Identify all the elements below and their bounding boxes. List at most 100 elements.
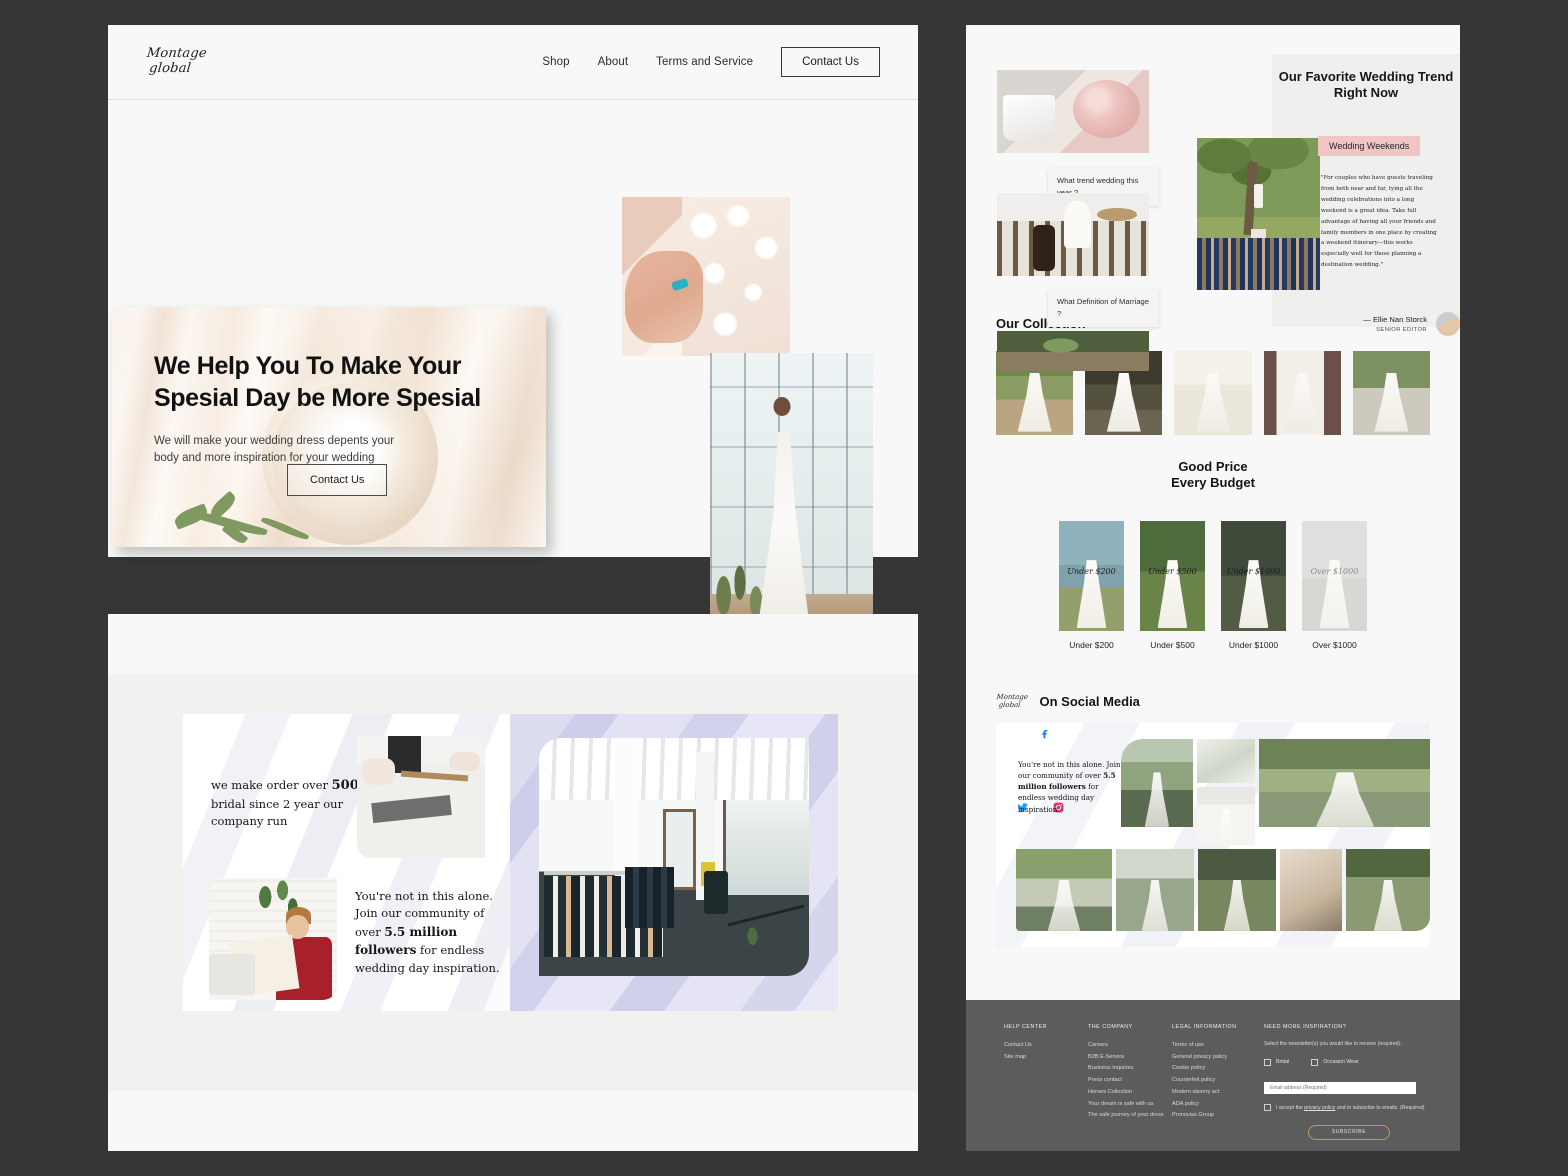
avatar bbox=[1436, 312, 1460, 336]
article-thumb-shoes-bouquet[interactable] bbox=[997, 70, 1149, 153]
story-text-orders-pre: we make order over bbox=[211, 778, 332, 792]
checkbox-label: Occasion Wear bbox=[1323, 1059, 1359, 1066]
story-text-orders: we make order over 500 bridal since 2 ye… bbox=[211, 776, 361, 831]
footer-link[interactable]: Site map bbox=[1004, 1052, 1088, 1064]
social-photo[interactable] bbox=[1280, 848, 1342, 931]
story-top-spacer bbox=[108, 614, 918, 674]
social-photo[interactable] bbox=[1116, 848, 1194, 931]
story-image-seamstress bbox=[209, 878, 337, 1000]
footer-link[interactable]: Counterfeit policy bbox=[1172, 1075, 1256, 1087]
checkbox-box[interactable] bbox=[1264, 1058, 1271, 1066]
collection-item[interactable] bbox=[1263, 351, 1341, 435]
price-tier-list: Under $200 Under $200 Under $500 Under $… bbox=[966, 520, 1460, 650]
footer-link[interactable]: B2B E-Service bbox=[1088, 1052, 1172, 1064]
newsletter-email-input[interactable] bbox=[1264, 1081, 1416, 1094]
collection-item[interactable] bbox=[1174, 351, 1252, 435]
article-thumb-outdoor-reception[interactable] bbox=[997, 331, 1149, 371]
hero-title: We Help You To Make Your Spesial Day be … bbox=[154, 352, 481, 412]
trend-quote: "For couples who have guests traveling f… bbox=[1321, 175, 1437, 269]
price-label: Under $200 bbox=[1069, 639, 1114, 650]
footer-link[interactable]: Business Inquiries bbox=[1088, 1063, 1172, 1075]
footer-column-help-center: HELP CENTER Contact Us Site map bbox=[1004, 1024, 1088, 1151]
brand-logo[interactable]: Montage global bbox=[144, 46, 208, 76]
collection-item[interactable] bbox=[1352, 351, 1431, 435]
newsletter-note: Select the newsletter(s) you would like … bbox=[1264, 1041, 1402, 1047]
footer-link[interactable]: Heroes Collection bbox=[1088, 1087, 1172, 1099]
author-role: SENIOR EDITOR bbox=[1376, 327, 1427, 333]
newsletter-terms: I accept the privacy policy and to subsc… bbox=[1264, 1103, 1432, 1113]
author-name: — Ellie Nan Storck bbox=[1363, 315, 1427, 324]
footer-link[interactable]: General privacy policy bbox=[1172, 1052, 1256, 1064]
story-bottom-spacer bbox=[108, 1091, 918, 1151]
footer-link[interactable]: Pronovias Group bbox=[1172, 1110, 1256, 1122]
teal-detail bbox=[671, 277, 690, 291]
terms-pre: I accept the bbox=[1276, 1104, 1305, 1111]
footer-link[interactable]: Terms of use bbox=[1172, 1040, 1256, 1052]
newsletter-checkbox-occasion-wear[interactable]: Occasion Wear bbox=[1311, 1058, 1359, 1066]
nav-item-terms-and-service[interactable]: Terms and Service bbox=[656, 56, 753, 68]
price-tier[interactable]: Over $1000 Over $1000 bbox=[1302, 520, 1367, 650]
price-tier[interactable]: Under $500 Under $500 bbox=[1140, 520, 1205, 650]
social-photo[interactable] bbox=[1197, 738, 1255, 783]
social-photo[interactable] bbox=[1121, 738, 1193, 827]
price-label: Over $1000 bbox=[1312, 639, 1357, 650]
checkbox-box-terms[interactable] bbox=[1264, 1103, 1271, 1111]
price-script-overlay: Under $200 bbox=[1067, 566, 1116, 576]
social-photo[interactable] bbox=[1346, 848, 1430, 931]
social-photo[interactable] bbox=[1016, 848, 1112, 931]
social-photo[interactable] bbox=[1259, 738, 1430, 827]
brand-logo-small-line2: global bbox=[998, 700, 1021, 709]
social-copy: You're not in this alone. Join our commu… bbox=[1018, 759, 1122, 815]
footer-link[interactable]: Careers bbox=[1088, 1040, 1172, 1052]
price-title-line2: Every Budget bbox=[1171, 475, 1255, 491]
story-image-pattern-cutting bbox=[357, 736, 485, 858]
privacy-policy-link[interactable]: privacy policy bbox=[1304, 1105, 1335, 1111]
story-text-community: You're not in this alone. Join our commu… bbox=[355, 888, 505, 977]
social-photo[interactable] bbox=[1198, 848, 1276, 931]
price-script-overlay: Over $1000 bbox=[1310, 566, 1359, 576]
footer-link[interactable]: Your dream is safe with us bbox=[1088, 1099, 1172, 1111]
price-tier[interactable]: Under $200 Under $200 bbox=[1059, 520, 1124, 650]
article-thumb-ceremony-guests[interactable] bbox=[997, 193, 1149, 276]
footer-link[interactable]: Press contact bbox=[1088, 1075, 1172, 1087]
subscribe-button[interactable]: SUBSCRIBE bbox=[1308, 1124, 1390, 1140]
newsletter-checkbox-bridal[interactable]: Bridal bbox=[1264, 1058, 1289, 1066]
footer-column-heading: HELP CENTER bbox=[1004, 1024, 1048, 1030]
brand-logo-line1: Montage bbox=[146, 46, 208, 62]
content-page-panel: What trend wedding this year ? What Defi… bbox=[966, 25, 1460, 1151]
footer-link[interactable]: The safe journey of your dress bbox=[1088, 1110, 1172, 1122]
social-photo[interactable] bbox=[1197, 786, 1255, 845]
footer-link[interactable]: Cookie policy bbox=[1172, 1063, 1256, 1075]
header-contact-us-button[interactable]: Contact Us bbox=[781, 47, 880, 77]
site-footer: HELP CENTER Contact Us Site map THE COMP… bbox=[966, 1000, 1460, 1151]
rose-stem-graphic bbox=[172, 490, 324, 547]
primary-navigation: Shop About Terms and Service Contact Us bbox=[542, 47, 880, 77]
hero-page-panel: Montage global Shop About Terms and Serv… bbox=[108, 25, 918, 628]
story-page-panel: we make order over 500 bridal since 2 ye… bbox=[108, 614, 918, 1151]
footer-link[interactable]: Modern slavery act bbox=[1172, 1087, 1256, 1099]
story-text-orders-post: bridal since 2 year our company run bbox=[211, 796, 344, 829]
trend-heading: Our Favorite Wedding Trend Right Now bbox=[1278, 69, 1454, 101]
price-script-overlay: Under $1000 bbox=[1226, 566, 1281, 576]
hero-card: We Help You To Make Your Spesial Day be … bbox=[112, 307, 546, 547]
story-text-orders-number: 500 bbox=[331, 778, 359, 793]
footer-newsletter: NEED MORE INSPIRATION? Select the newsle… bbox=[1264, 1024, 1432, 1151]
footer-column-the-company: THE COMPANY Careers B2B E-Service Busine… bbox=[1088, 1024, 1172, 1151]
footer-link[interactable]: Contact Us bbox=[1004, 1040, 1088, 1052]
price-title: Good Price Every Budget bbox=[966, 459, 1460, 492]
nav-item-about[interactable]: About bbox=[598, 56, 629, 68]
article-caption-marriage[interactable]: What Definition of Marriage ? bbox=[1048, 289, 1159, 327]
footer-column-legal-information: LEGAL INFORMATION Terms of use General p… bbox=[1172, 1024, 1256, 1151]
social-section: Montage global On Social Media You're no… bbox=[966, 693, 1460, 947]
footer-link[interactable]: ADA policy bbox=[1172, 1099, 1256, 1111]
nav-item-shop[interactable]: Shop bbox=[542, 56, 569, 68]
price-tier[interactable]: Under $1000 Under $1000 bbox=[1221, 520, 1286, 650]
footer-column-heading: LEGAL INFORMATION bbox=[1172, 1024, 1237, 1030]
social-title: On Social Media bbox=[1039, 693, 1140, 709]
footer-column-heading: THE COMPANY bbox=[1088, 1024, 1133, 1030]
site-header: Montage global Shop About Terms and Serv… bbox=[108, 25, 918, 100]
checkbox-box[interactable] bbox=[1311, 1058, 1319, 1066]
trend-feature-image bbox=[1197, 138, 1320, 290]
hero-contact-us-button[interactable]: Contact Us bbox=[287, 464, 388, 496]
facebook-icon[interactable] bbox=[1038, 727, 1051, 740]
